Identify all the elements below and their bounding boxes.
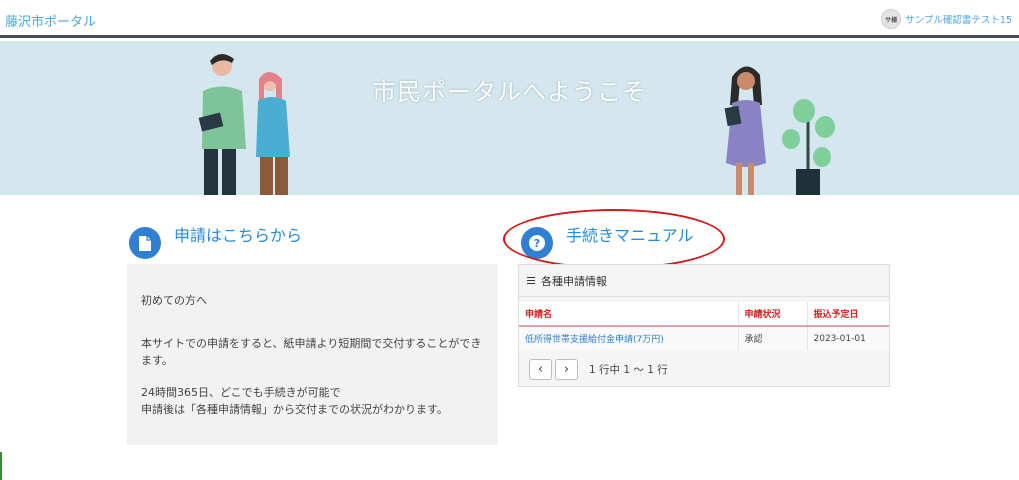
application-status: 承認 <box>738 326 808 350</box>
intro-heading: 初めての方へ <box>141 294 207 307</box>
column-header-transfer-date[interactable]: 振込予定日 <box>807 302 889 327</box>
applications-card: 各種申請情報 申請名 申請状況 振込予定日 低所得世帯支援給付金申請(7万円) … <box>518 264 890 387</box>
hero-banner: 市民ポータルへようこそ <box>0 41 1019 195</box>
applications-table: 申請名 申請状況 振込予定日 低所得世帯支援給付金申請(7万円) 承認 2023… <box>519 302 889 350</box>
pagination: ‹ › 1 行中 1 ～ 1 行 <box>529 359 668 380</box>
column-header-status[interactable]: 申請状況 <box>738 302 808 327</box>
table-row[interactable]: 低所得世帯支援給付金申請(7万円) 承認 2023-01-01 <box>519 326 889 350</box>
transfer-date: 2023-01-01 <box>807 326 889 350</box>
table-header-row: 申請名 申請状況 振込予定日 <box>519 302 889 327</box>
top-navbar: 藤沢市ポータル サ様 サンプル確認書テスト15 <box>0 0 1019 38</box>
document-icon <box>129 227 161 259</box>
next-page-button[interactable]: › <box>555 359 578 380</box>
window-edge-marker <box>0 452 2 480</box>
prev-page-button[interactable]: ‹ <box>529 359 552 380</box>
intro-text-3: 申請後は「各種申請情報」から交付までの状況がわかります。 <box>141 403 448 416</box>
user-menu[interactable]: サ様 サンプル確認書テスト15 <box>881 9 1012 29</box>
apply-info-panel: 初めての方へ 本サイトでの申請をすると、紙申請より短期間で交付することができます… <box>127 264 498 445</box>
applications-card-header: 各種申請情報 <box>519 265 889 297</box>
highlight-annotation-oval <box>503 209 725 269</box>
people-illustration <box>198 53 290 195</box>
chevron-right-icon: › <box>563 362 570 377</box>
applications-card-title: 各種申請情報 <box>541 274 607 288</box>
apply-section-title[interactable]: 申請はこちらから <box>174 222 302 246</box>
pagination-info: 1 行中 1 ～ 1 行 <box>589 364 668 376</box>
list-menu-icon <box>527 276 535 285</box>
application-name-link[interactable]: 低所得世帯支援給付金申請(7万円) <box>519 326 739 350</box>
user-avatar[interactable]: サ様 <box>881 9 902 29</box>
intro-text-2: 24時間365日、どこでも手続きが可能で <box>141 386 341 399</box>
woman-plant-illustration <box>724 66 835 195</box>
hero-title: 市民ポータルへようこそ <box>372 78 647 106</box>
column-header-application-name[interactable]: 申請名 <box>519 302 739 327</box>
portal-brand-link[interactable]: 藤沢市ポータル <box>5 11 96 30</box>
intro-text-1: 本サイトでの申請をすると、紙申請より短期間で交付することができます。 <box>141 337 482 367</box>
user-name-link[interactable]: サンプル確認書テスト15 <box>905 12 1012 26</box>
chevron-left-icon: ‹ <box>537 362 544 377</box>
